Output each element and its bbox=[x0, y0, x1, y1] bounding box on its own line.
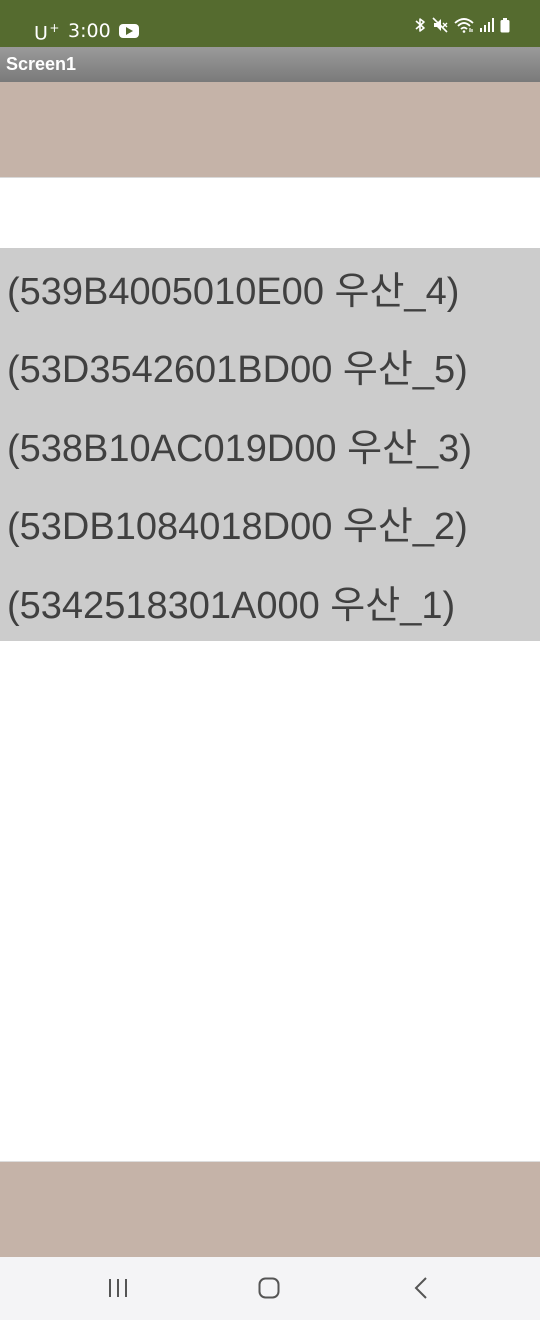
list-item[interactable]: (53DB1084018D00 우산_2) bbox=[0, 484, 540, 563]
top-band bbox=[0, 82, 540, 177]
youtube-icon bbox=[118, 24, 139, 39]
back-button[interactable] bbox=[401, 1271, 441, 1305]
recent-apps-button[interactable] bbox=[98, 1271, 138, 1305]
back-icon bbox=[414, 1277, 427, 1299]
home-button[interactable] bbox=[249, 1271, 289, 1305]
mute-icon bbox=[432, 17, 448, 33]
screen-title: Screen1 bbox=[6, 54, 77, 74]
status-left: U+ 3:00 bbox=[34, 16, 139, 45]
home-icon bbox=[258, 1277, 280, 1299]
carrier-label: U+ bbox=[34, 21, 60, 45]
list-item[interactable]: (5342518301A000 우산_1) bbox=[0, 562, 540, 641]
bluetooth-icon bbox=[414, 17, 426, 33]
list-item[interactable]: (53D3542601BD00 우산_5) bbox=[0, 327, 540, 406]
battery-icon bbox=[500, 17, 510, 33]
recent-apps-icon bbox=[109, 1279, 127, 1297]
status-icons bbox=[414, 17, 510, 33]
device-list: (539B4005010E00 우산_4) (53D3542601BD00 우산… bbox=[0, 248, 540, 641]
status-bar: U+ 3:00 bbox=[0, 0, 540, 47]
bottom-band bbox=[0, 1161, 540, 1257]
title-bar: Screen1 bbox=[0, 47, 540, 82]
navigation-bar bbox=[0, 1257, 540, 1320]
list-item[interactable]: (539B4005010E00 우산_4) bbox=[0, 248, 540, 327]
divider bbox=[0, 177, 540, 178]
signal-icon bbox=[480, 18, 494, 32]
wifi-icon bbox=[454, 17, 474, 33]
list-item[interactable]: (538B10AC019D00 우산_3) bbox=[0, 405, 540, 484]
status-time: 3:00 bbox=[67, 19, 111, 42]
